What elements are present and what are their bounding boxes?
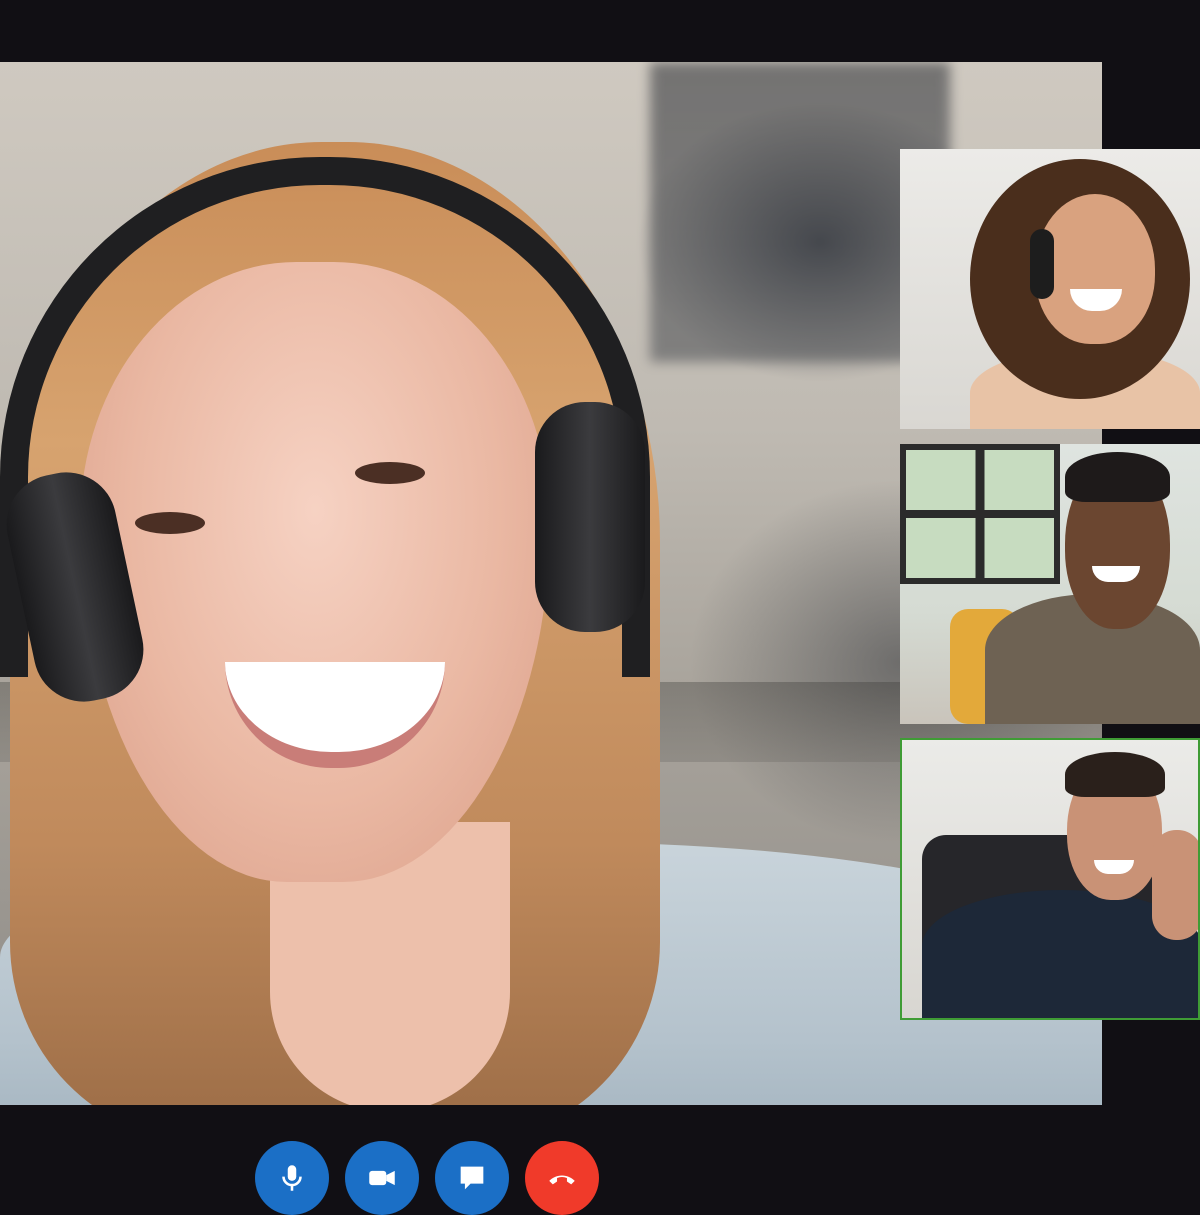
participant-3-waving-hand — [1152, 830, 1198, 940]
participant-tile-3-active[interactable] — [900, 738, 1200, 1020]
end-call-button[interactable] — [525, 1141, 599, 1215]
participant-tile-2[interactable] — [900, 444, 1200, 724]
participant-3-hair — [1065, 752, 1165, 797]
participant-1-headphone-cup — [1030, 229, 1054, 299]
chat-button[interactable] — [435, 1141, 509, 1215]
video-camera-icon — [369, 1170, 395, 1186]
hang-up-phone-icon — [549, 1175, 575, 1185]
participant-tile-1[interactable] — [900, 149, 1200, 429]
mute-microphone-button[interactable] — [255, 1141, 329, 1215]
chat-bubble-icon — [460, 1166, 484, 1190]
participant-2-hair — [1065, 452, 1170, 502]
call-controls — [255, 1141, 599, 1215]
headphone-right-cup — [535, 402, 645, 632]
microphone-icon — [282, 1165, 302, 1191]
toggle-camera-button[interactable] — [345, 1141, 419, 1215]
background-window — [900, 444, 1060, 584]
